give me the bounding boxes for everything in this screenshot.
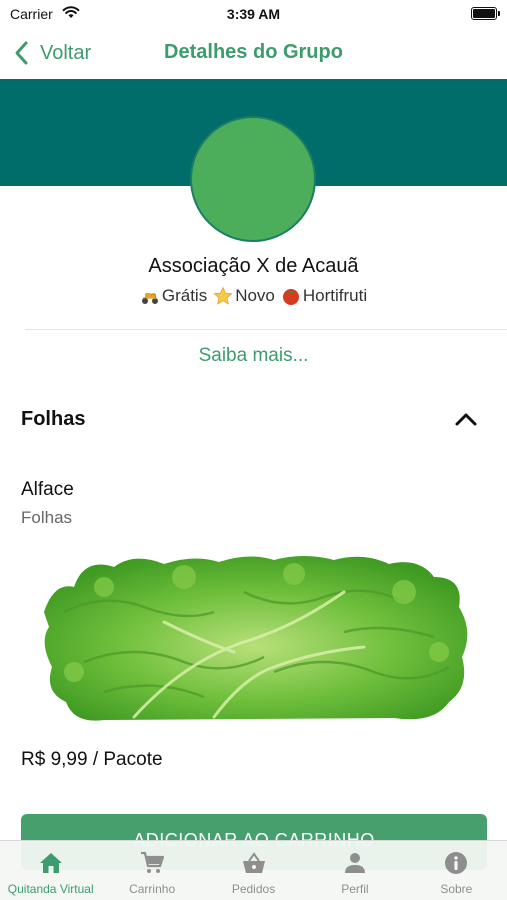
tab-label: Sobre <box>440 882 473 896</box>
chevron-up-icon[interactable] <box>453 408 479 430</box>
tab-quitanda-virtual[interactable]: Quitanda Virtual <box>0 841 101 900</box>
status-time: 3:39 AM <box>226 6 281 22</box>
product-category: Folhas <box>21 508 73 527</box>
battery-icon <box>471 7 500 20</box>
more-info-link[interactable]: Saiba mais... <box>0 345 507 367</box>
tag-new: Novo <box>213 286 275 306</box>
tab-carrinho[interactable]: Carrinho <box>101 841 202 900</box>
tomato-icon <box>282 289 299 305</box>
product-name: Alface <box>21 479 74 500</box>
page-title: Detalhes do Grupo <box>164 41 343 63</box>
star-icon <box>213 286 233 305</box>
tag-category: Hortifruti <box>281 286 367 306</box>
person-icon <box>344 853 365 873</box>
home-icon <box>39 853 62 873</box>
tab-sobre[interactable]: Sobre <box>406 841 507 900</box>
group-tags: Grátis Novo Hortifruti <box>0 286 507 306</box>
basket-icon <box>242 852 265 873</box>
cart-icon <box>141 851 165 873</box>
tab-label: Carrinho <box>129 882 176 896</box>
tab-bar: Quitanda Virtual Carrinho Pedidos Perfil <box>0 840 507 900</box>
tag-free: Grátis <box>140 286 207 306</box>
info-icon <box>445 852 468 874</box>
scooter-icon <box>141 293 158 304</box>
navigation-bar: Voltar Detalhes do Grupo <box>0 30 507 78</box>
group-avatar <box>190 116 316 242</box>
tab-label: Perfil <box>341 882 369 896</box>
tag-label: Grátis <box>161 286 208 305</box>
tag-label: Hortifruti <box>302 286 368 305</box>
lettuce-image <box>44 556 468 721</box>
tab-label: Pedidos <box>231 882 276 896</box>
tab-perfil[interactable]: Perfil <box>304 841 405 900</box>
group-name: Associação X de Acauã <box>148 255 359 277</box>
section-title: Folhas <box>21 408 86 430</box>
divider <box>25 329 507 330</box>
tag-label: Novo <box>235 286 275 305</box>
tab-pedidos[interactable]: Pedidos <box>203 841 304 900</box>
section-header-folhas[interactable]: Folhas <box>0 398 507 442</box>
tab-label: Quitanda Virtual <box>7 882 94 896</box>
product-price: R$ 9,99 / Pacote <box>21 749 163 770</box>
status-bar: Carrier 3:39 AM <box>0 0 507 30</box>
